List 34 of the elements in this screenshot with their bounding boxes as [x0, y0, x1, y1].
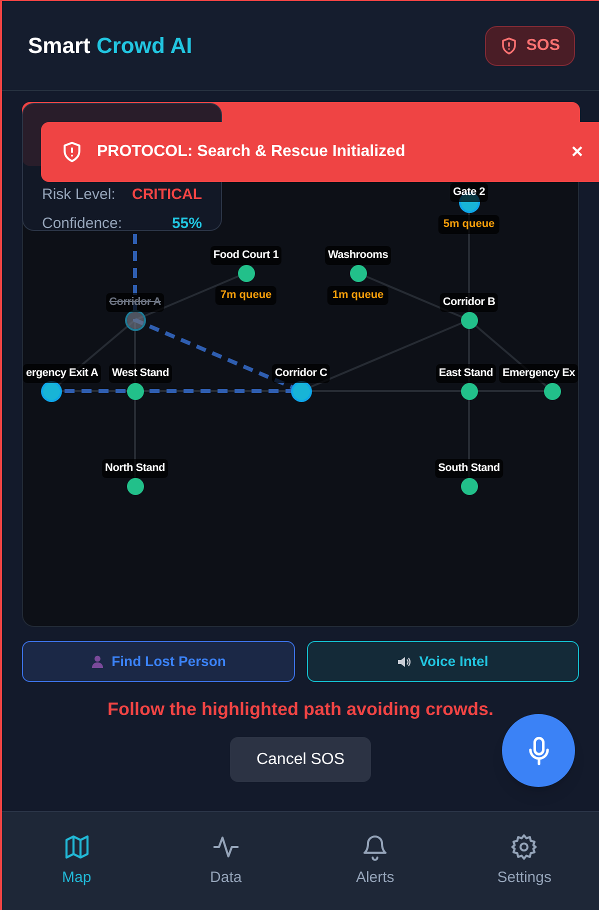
shield-alert-icon: [500, 36, 518, 56]
nav-tab[interactable]: Alerts: [300, 812, 450, 910]
node-label: Food Court 1: [210, 246, 282, 264]
close-button[interactable]: ×: [571, 142, 583, 162]
sos-button[interactable]: SOS: [485, 26, 575, 66]
node-label: Washrooms: [324, 246, 392, 264]
settings-icon: [510, 832, 538, 861]
nav-tab[interactable]: Data: [151, 812, 300, 910]
map-icon: [62, 832, 91, 861]
node-label: North Stand: [102, 459, 168, 478]
map-node[interactable]: [238, 264, 254, 282]
node-label: South Stand: [435, 459, 503, 478]
map-node[interactable]: [292, 382, 310, 400]
nav-tab[interactable]: Map: [2, 812, 152, 910]
app-title: Smart Crowd AI: [28, 33, 192, 58]
shield-alert-icon: [61, 140, 83, 164]
field-label: Risk Level:: [42, 185, 116, 205]
field-label: Confidence:: [42, 214, 122, 234]
node-label: Gate 2: [450, 183, 488, 202]
nav-tab[interactable]: Settings: [450, 812, 599, 910]
map-node[interactable]: [126, 478, 144, 494]
speaker-icon: [397, 656, 412, 668]
queue-badge: 5m queue: [438, 215, 500, 234]
map-node[interactable]: [460, 478, 478, 494]
confidence-value: 55%: [172, 214, 202, 234]
alerts-icon: [361, 832, 390, 861]
risk-level-value: CRITICAL: [132, 185, 202, 205]
instruction-text: Follow the highlighted path avoiding crowds.: [108, 699, 494, 719]
cancel-sos-button[interactable]: Cancel SOS: [230, 737, 371, 782]
find-lost-person-button[interactable]: Find Lost Person: [22, 641, 294, 682]
map-node[interactable]: [350, 264, 366, 282]
person-icon: [90, 655, 104, 668]
voice-intel-button[interactable]: Voice Intel: [306, 641, 579, 682]
toast-message: PROTOCOL: Search & Rescue Initialized: [97, 142, 406, 162]
